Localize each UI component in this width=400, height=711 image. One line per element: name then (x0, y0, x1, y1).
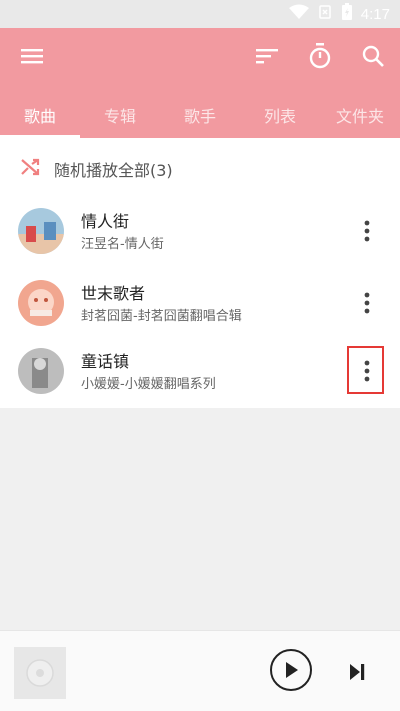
skip-next-icon[interactable] (342, 657, 372, 687)
song-subtitle: 汪昱名-情人街 (81, 237, 164, 252)
song-row[interactable]: 情人街 汪昱名-情人街 (0, 198, 400, 264)
highlight-box (347, 346, 384, 394)
disc-icon[interactable] (14, 647, 66, 699)
more-options-icon[interactable] (354, 288, 380, 318)
shuffle-icon (20, 156, 42, 178)
song-subtitle: 封茗囧菌-封茗囧菌翻唱合辑 (81, 309, 242, 324)
sort-icon[interactable] (253, 42, 281, 70)
song-title: 情人街 (81, 212, 130, 231)
shuffle-label: 随机播放全部(3) (54, 161, 173, 180)
status-bar: 4:17 (0, 0, 400, 28)
menu-icon[interactable] (18, 42, 46, 70)
timer-icon[interactable] (306, 42, 334, 70)
toolbar (0, 28, 400, 84)
no-sim-icon (317, 4, 333, 24)
tab-songs[interactable]: 歌曲 (0, 92, 80, 138)
song-list: 随机播放全部(3) 情人街 汪昱名-情人街 世末歌者 封茗囧菌-封茗囧菌翻唱合辑… (0, 138, 400, 408)
song-row[interactable]: 世末歌者 封茗囧菌-封茗囧菌翻唱合辑 (0, 270, 400, 336)
tab-artists[interactable]: 歌手 (160, 92, 240, 138)
song-title: 世末歌者 (81, 284, 146, 303)
tab-bar: 歌曲 专辑 歌手 列表 文件夹 (0, 92, 400, 138)
song-row[interactable]: 童话镇 小媛媛-小媛媛翻唱系列 (0, 338, 400, 404)
status-time: 4:17 (360, 5, 390, 23)
album-cover-3 (18, 348, 64, 394)
tab-folders[interactable]: 文件夹 (320, 92, 400, 138)
app-header: 歌曲 专辑 歌手 列表 文件夹 (0, 28, 400, 138)
tab-playlists[interactable]: 列表 (240, 92, 320, 138)
mini-player (0, 630, 400, 711)
shuffle-all-button[interactable]: 随机播放全部(3) (0, 138, 400, 198)
more-options-icon[interactable] (354, 216, 380, 246)
wifi-icon (288, 4, 309, 24)
song-title: 童话镇 (81, 352, 130, 371)
play-icon[interactable] (270, 649, 312, 691)
album-cover-2 (18, 280, 64, 326)
search-icon[interactable] (359, 42, 387, 70)
song-subtitle: 小媛媛-小媛媛翻唱系列 (81, 377, 216, 392)
album-cover-1 (18, 208, 64, 254)
battery-charging-icon (341, 3, 353, 25)
tab-albums[interactable]: 专辑 (80, 92, 160, 138)
